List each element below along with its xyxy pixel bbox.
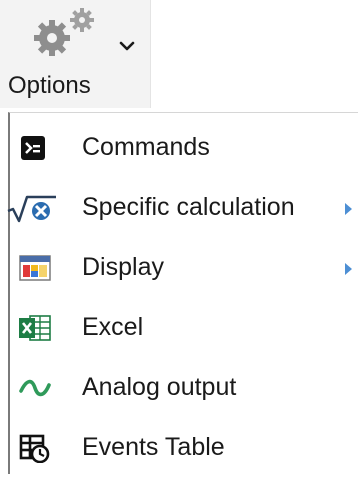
menu-item-commands[interactable]: Commands xyxy=(10,119,356,179)
sine-wave-icon xyxy=(19,379,51,397)
menu-item-label: Specific calculation xyxy=(82,193,295,221)
submenu-arrow-icon xyxy=(345,263,352,275)
menu-item-analog-output[interactable]: Analog output xyxy=(10,359,356,419)
menu-item-display[interactable]: Display xyxy=(10,239,356,299)
sqrt-calculation-icon xyxy=(7,195,56,223)
events-table-clock-icon xyxy=(19,434,50,463)
options-dropdown-menu: Commands Specific calculation Display Ex… xyxy=(7,112,358,474)
menu-item-events-table[interactable]: Events Table xyxy=(10,419,356,479)
display-window-icon xyxy=(19,255,51,281)
menu-item-label: Analog output xyxy=(82,373,237,401)
menu-item-specific-calculation[interactable]: Specific calculation xyxy=(7,179,356,239)
menu-item-label: Events Table xyxy=(82,433,225,461)
menu-item-label: Display xyxy=(82,253,164,281)
chevron-down-icon xyxy=(119,41,135,51)
options-ribbon-button[interactable]: Options xyxy=(0,0,151,108)
menu-item-label: Excel xyxy=(82,313,144,341)
menu-item-label: Commands xyxy=(82,133,210,161)
menu-item-excel[interactable]: Excel xyxy=(10,299,356,359)
submenu-arrow-icon xyxy=(345,203,352,215)
options-label: Options xyxy=(8,72,91,99)
excel-icon xyxy=(19,315,51,341)
terminal-icon xyxy=(21,136,45,160)
gears-icon xyxy=(34,8,94,56)
